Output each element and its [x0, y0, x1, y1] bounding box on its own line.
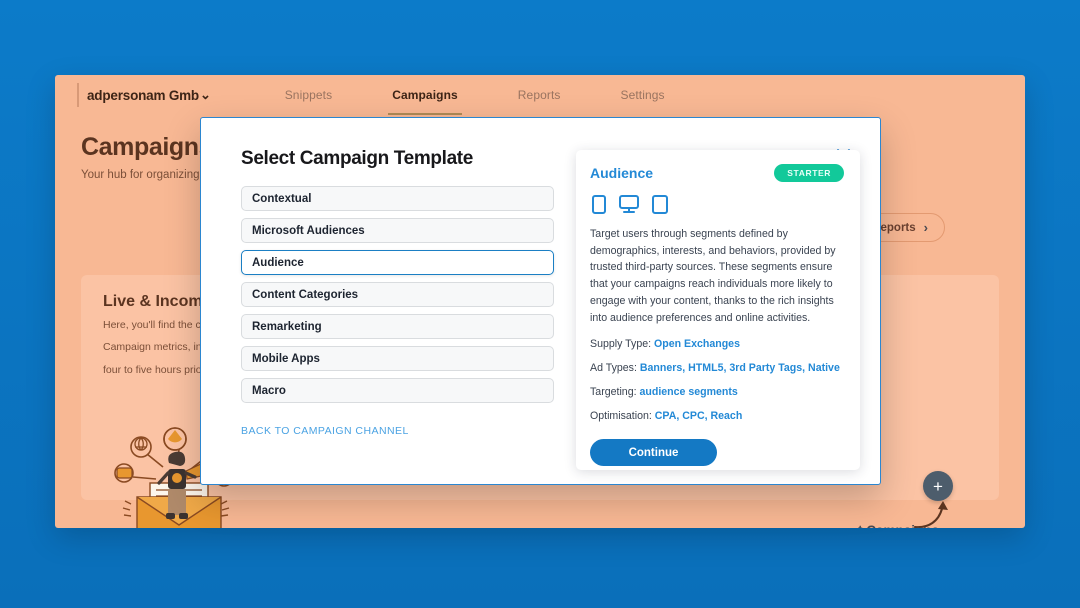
mobile-icon: [592, 195, 606, 214]
detail-header: Audience STARTER: [590, 164, 844, 182]
detail-description: Target users through segments defined by…: [590, 228, 836, 324]
spec-targeting-value[interactable]: audience segments: [639, 386, 737, 398]
modal-overlay: Select Campaign Template Contextual Micr…: [0, 0, 1080, 608]
template-item-contextual[interactable]: Contextual: [241, 186, 554, 211]
modal-title: Select Campaign Template: [241, 148, 473, 169]
spec-targeting: Targeting: audience segments: [590, 386, 844, 398]
template-item-audience[interactable]: Audience: [241, 250, 554, 275]
status-badge: STARTER: [774, 164, 844, 182]
spec-optimisation: Optimisation: CPA, CPC, Reach: [590, 410, 844, 422]
back-to-campaign-channel-link[interactable]: BACK TO CAMPAIGN CHANNEL: [241, 425, 554, 437]
spec-ad-types-label: Ad Types:: [590, 362, 637, 375]
spec-optimisation-label: Optimisation:: [590, 410, 652, 423]
spec-supply-type: Supply Type: Open Exchanges: [590, 338, 844, 350]
spec-targeting-label: Targeting:: [590, 386, 637, 399]
spec-ad-types-value[interactable]: Banners, HTML5, 3rd Party Tags, Native: [640, 362, 840, 374]
template-item-mobile-apps[interactable]: Mobile Apps: [241, 346, 554, 371]
desktop-icon: [619, 195, 639, 213]
spec-supply-type-label: Supply Type:: [590, 338, 652, 351]
modal-left-pane: Select Campaign Template Contextual Micr…: [221, 136, 554, 466]
spec-ad-types: Ad Types: Banners, HTML5, 3rd Party Tags…: [590, 362, 844, 374]
detail-title: Audience: [590, 165, 654, 181]
tablet-icon: [652, 195, 668, 214]
modal-right-pane: Audience STARTER Target users through se…: [554, 136, 860, 470]
spec-supply-type-value[interactable]: Open Exchanges: [654, 338, 740, 350]
continue-button[interactable]: Continue: [590, 439, 717, 467]
template-item-content-categories[interactable]: Content Categories: [241, 282, 554, 307]
template-item-remarketing[interactable]: Remarketing: [241, 314, 554, 339]
template-list: Contextual Microsoft Audiences Audience …: [241, 186, 554, 403]
spec-optimisation-value[interactable]: CPA, CPC, Reach: [655, 410, 743, 422]
template-detail-card: Audience STARTER Target users through se…: [576, 150, 860, 470]
select-campaign-template-modal: Select Campaign Template Contextual Micr…: [200, 117, 881, 485]
template-item-microsoft-audiences[interactable]: Microsoft Audiences: [241, 218, 554, 243]
supported-devices: [590, 195, 844, 214]
template-item-macro[interactable]: Macro: [241, 378, 554, 403]
